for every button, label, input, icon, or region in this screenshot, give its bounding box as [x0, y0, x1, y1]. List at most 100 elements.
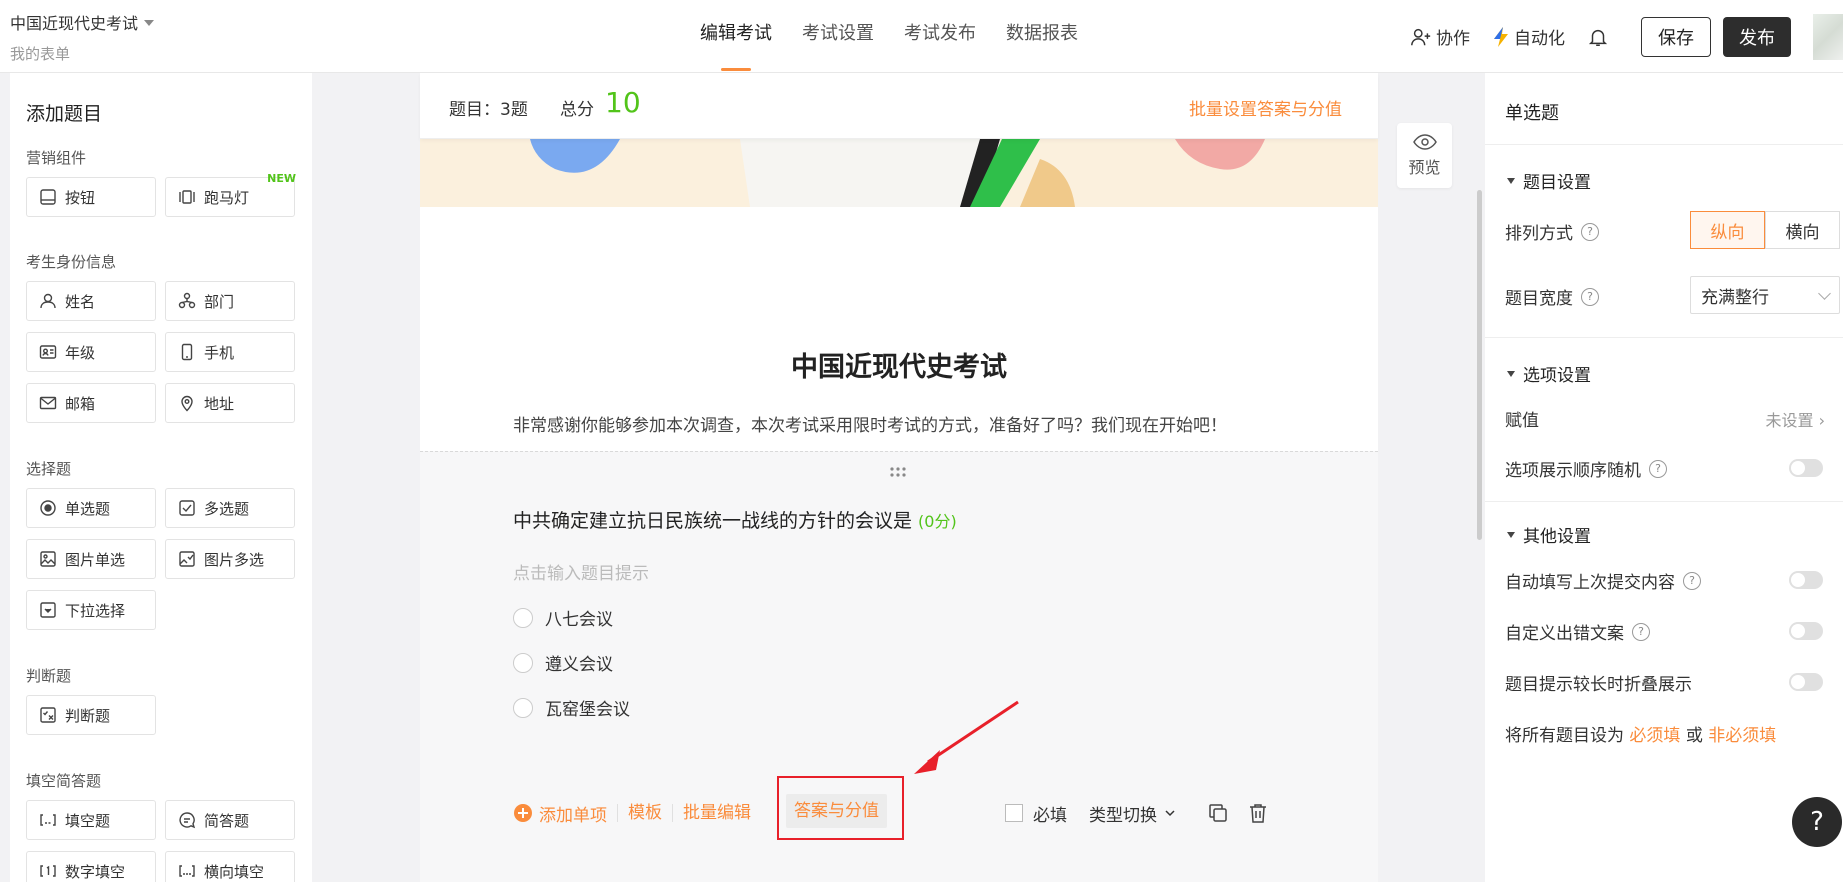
collapse-triangle-icon: [1507, 370, 1515, 377]
copy-icon[interactable]: [1207, 802, 1229, 824]
help-icon[interactable]: ?: [1649, 459, 1667, 478]
custom-error-text: 自定义出错文案: [1505, 624, 1624, 644]
comp-dropdown[interactable]: 下拉选择: [26, 590, 156, 630]
bell-icon[interactable]: [1587, 26, 1609, 48]
option-label: 八七会议: [545, 610, 613, 630]
type-switch-dropdown[interactable]: 类型切换: [1089, 801, 1157, 826]
marquee-icon: [179, 190, 195, 204]
checkbox-icon: [179, 500, 195, 516]
custom-error-toggle[interactable]: [1789, 622, 1823, 640]
trash-icon[interactable]: [1247, 802, 1269, 824]
set-all-required-link[interactable]: 必须填: [1629, 726, 1680, 746]
chevron-right-icon: ›: [1818, 411, 1825, 430]
help-float-button[interactable]: ?: [1792, 797, 1842, 847]
section-other-settings[interactable]: 其他设置: [1507, 522, 1591, 547]
form-subtitle[interactable]: 我的表单: [10, 43, 70, 64]
question-card[interactable]: 中共确定建立抗日民族统一战线的方针的会议是 (0分) 点击输入题目提示 八七会议 …: [420, 451, 1378, 882]
comp-label: 地址: [204, 394, 235, 413]
assign-label: 赋值: [1505, 411, 1539, 431]
layout-horizontal-button[interactable]: 横向: [1765, 211, 1840, 249]
number-icon: [40, 865, 56, 877]
comp-number-blank[interactable]: 数字填空: [26, 851, 156, 882]
question-actions: 必填 类型切换: [1005, 798, 1269, 828]
add-option-label: 添加单项: [539, 805, 607, 826]
question-title[interactable]: 中共确定建立抗日民族统一战线的方针的会议是 (0分): [513, 506, 957, 533]
canvas-scrollbar[interactable]: [1477, 190, 1482, 540]
batch-set-answer-link[interactable]: 批量设置答案与分值: [1189, 95, 1342, 120]
comp-judge[interactable]: 判断题: [26, 695, 156, 735]
option-item[interactable]: 八七会议: [513, 605, 613, 630]
form-title[interactable]: 中国近现代史考试: [10, 10, 155, 34]
radio-circle: [513, 652, 533, 673]
random-order-toggle[interactable]: [1789, 459, 1823, 477]
preview-button[interactable]: 预览: [1397, 123, 1452, 188]
red-arrow-annotation: [914, 700, 1019, 774]
comp-button[interactable]: 按钮: [26, 177, 156, 217]
help-icon[interactable]: ?: [1581, 287, 1599, 306]
question-hint-input[interactable]: 点击输入题目提示: [513, 559, 649, 584]
comp-email[interactable]: 邮箱: [26, 383, 156, 423]
automation-button[interactable]: 自动化: [1492, 24, 1565, 49]
chevron-down-icon[interactable]: [144, 20, 155, 26]
comp-name[interactable]: 姓名: [26, 281, 156, 321]
comp-single-choice[interactable]: 单选题: [26, 488, 156, 528]
comp-label: 手机: [204, 343, 235, 362]
fold-hint-toggle[interactable]: [1789, 673, 1823, 691]
comp-image-single[interactable]: 图片单选: [26, 539, 156, 579]
comp-label: 跑马灯: [204, 188, 250, 207]
section-question-settings[interactable]: 题目设置: [1507, 168, 1591, 193]
drag-handle-icon[interactable]: [888, 466, 908, 478]
layout-vertical-button[interactable]: 纵向: [1690, 211, 1765, 249]
exam-title[interactable]: 中国近现代史考试: [420, 345, 1378, 384]
tab-edit-exam[interactable]: 编辑考试: [700, 0, 772, 73]
autofill-toggle[interactable]: [1789, 571, 1823, 589]
help-icon[interactable]: ?: [1632, 622, 1650, 641]
comp-label: 填空题: [65, 811, 111, 830]
comp-horizontal-blank[interactable]: 横向填空: [165, 851, 295, 882]
template-button[interactable]: 模板: [617, 804, 672, 822]
comp-address[interactable]: 地址: [165, 383, 295, 423]
layout-toggle: 纵向 横向: [1690, 211, 1840, 249]
comp-fill-blank[interactable]: 填空题: [26, 800, 156, 840]
exam-description[interactable]: 非常感谢你能够参加本次调查，本次考试采用限时考试的方式，准备好了吗？我们现在开始…: [513, 411, 1227, 436]
comp-image-multi[interactable]: 图片多选: [165, 539, 295, 579]
custom-error-label: 自定义出错文案 ?: [1505, 619, 1650, 644]
chevron-down-icon[interactable]: [1163, 806, 1177, 820]
comp-grade[interactable]: 年级: [26, 332, 156, 372]
assign-value-link[interactable]: 未设置 ›: [1765, 407, 1825, 431]
tab-exam-publish[interactable]: 考试发布: [904, 0, 976, 73]
collapse-triangle-icon: [1507, 177, 1515, 184]
or-text: 或: [1685, 726, 1703, 746]
radio-circle: [513, 607, 533, 628]
tab-exam-settings[interactable]: 考试设置: [802, 0, 874, 73]
comp-phone[interactable]: 手机: [165, 332, 295, 372]
summary-bar: 题目：3题 总分 10 批量设置答案与分值: [420, 73, 1378, 139]
section-option-settings[interactable]: 选项设置: [1507, 361, 1591, 386]
section-identity: 考生身份信息: [26, 253, 117, 271]
option-label: 瓦窑堡会议: [545, 700, 630, 720]
comp-department[interactable]: 部门: [165, 281, 295, 321]
option-item[interactable]: 遵义会议: [513, 650, 613, 675]
help-icon[interactable]: ?: [1683, 571, 1701, 590]
comp-marquee[interactable]: 跑马灯 NEW: [165, 172, 296, 217]
comp-multi-choice[interactable]: 多选题: [165, 488, 295, 528]
add-option-button[interactable]: 添加单项: [513, 801, 617, 826]
main-tabs: 编辑考试 考试设置 考试发布 数据报表: [700, 0, 1078, 73]
chevron-down-icon: [1818, 287, 1831, 300]
width-select[interactable]: 充满整行: [1690, 276, 1840, 314]
tab-data-report[interactable]: 数据报表: [1006, 0, 1078, 73]
option-item[interactable]: 瓦窑堡会议: [513, 695, 630, 720]
avatar[interactable]: [1813, 13, 1843, 60]
set-all-optional-link[interactable]: 非必须填: [1708, 726, 1776, 746]
required-checkbox[interactable]: [1005, 804, 1023, 822]
layout-label: 排列方式 ?: [1505, 219, 1599, 244]
properties-panel: 单选题 题目设置 排列方式 ? 纵向 横向 题目宽度 ? 充满整行 选项设置 赋…: [1485, 73, 1843, 882]
batch-edit-button[interactable]: 批量编辑: [672, 804, 761, 822]
total-score: 10: [605, 86, 641, 119]
save-button[interactable]: 保存: [1641, 16, 1711, 57]
comp-short-answer[interactable]: 简答题: [165, 800, 295, 840]
help-icon[interactable]: ?: [1581, 222, 1599, 241]
add-user-icon: [1411, 28, 1431, 45]
collab-button[interactable]: 协作: [1410, 24, 1470, 49]
publish-button[interactable]: 发布: [1723, 16, 1791, 57]
